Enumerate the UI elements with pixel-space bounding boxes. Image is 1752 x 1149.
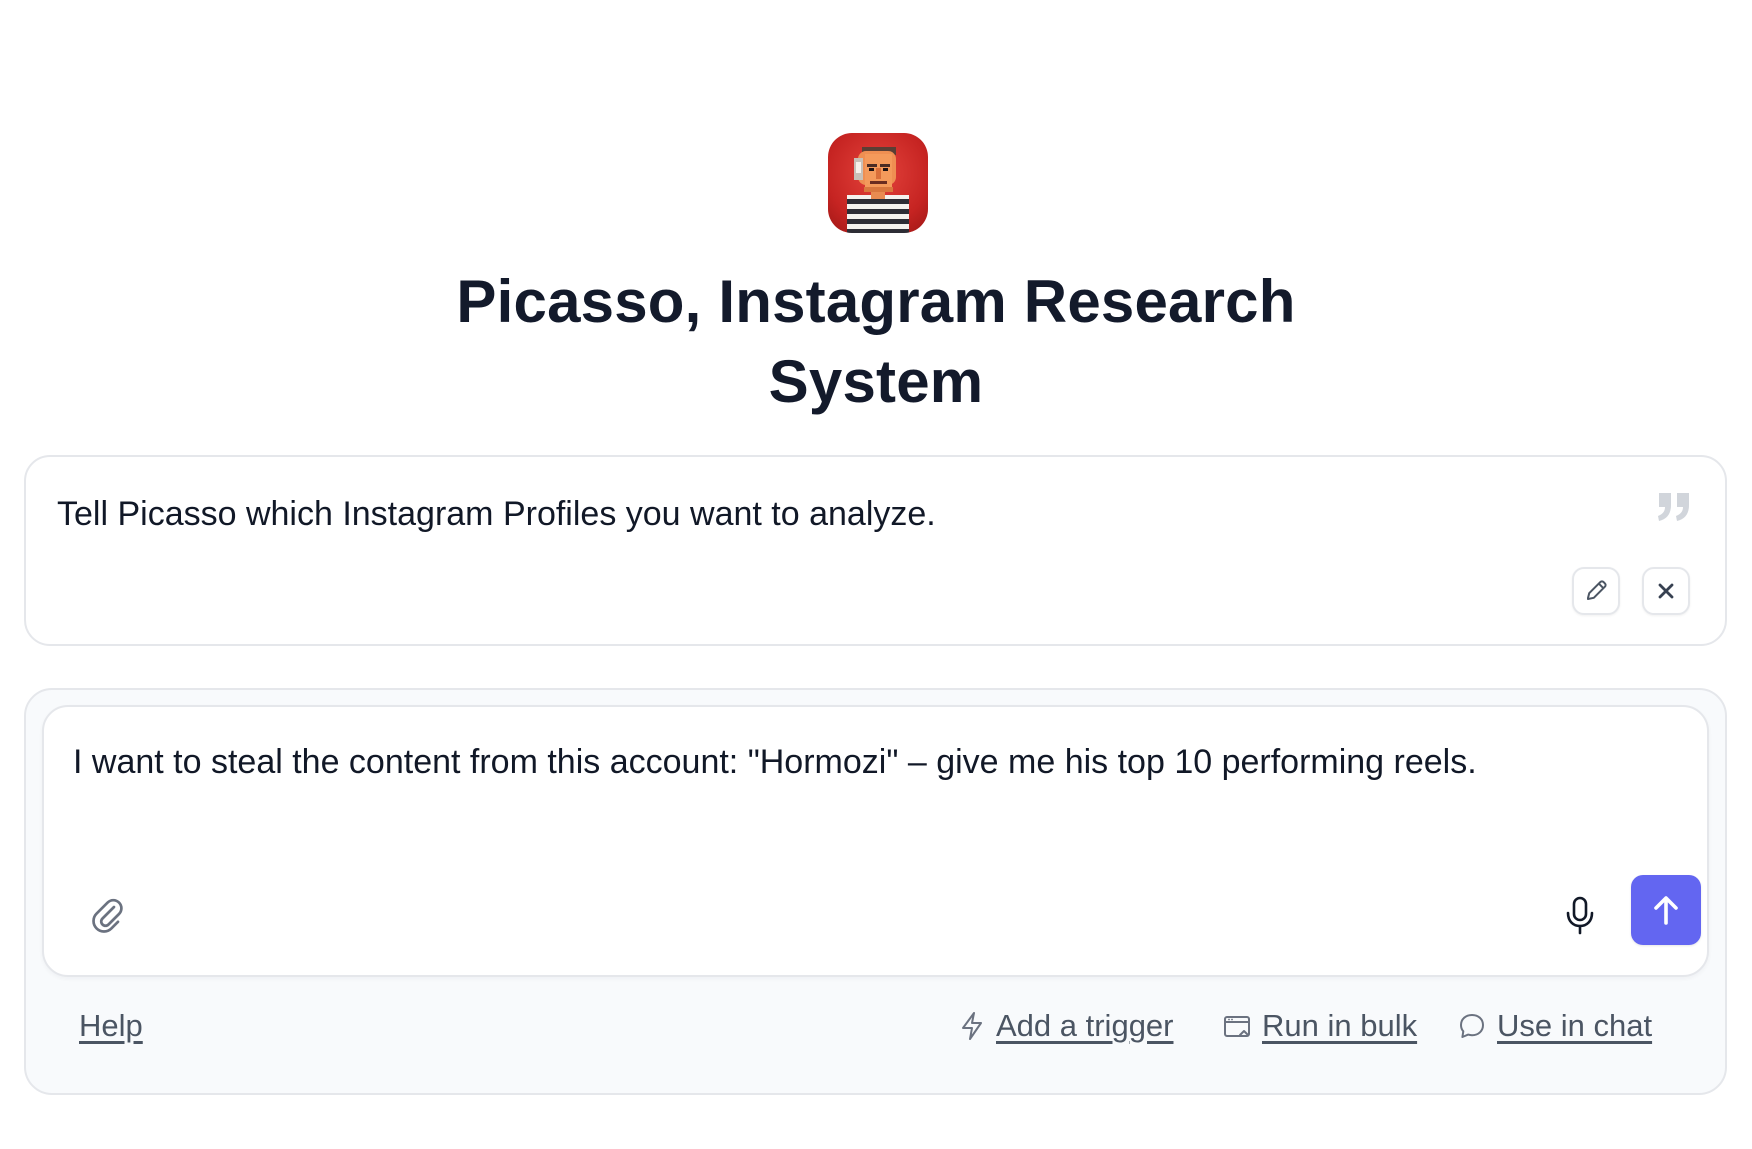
send-button[interactable] [1631, 875, 1701, 945]
run-in-bulk-label: Run in bulk [1262, 1008, 1418, 1043]
arrow-up-icon [1654, 896, 1678, 925]
agent-prompt-card: Tell Picasso which Instagram Profiles yo… [24, 455, 1727, 646]
add-trigger-link[interactable]: Add a trigger [958, 1006, 1174, 1046]
run-in-bulk-link[interactable]: Run in bulk [1222, 1006, 1417, 1046]
agent-prompt-text: Tell Picasso which Instagram Profiles yo… [57, 495, 936, 533]
attach-file-button[interactable] [88, 895, 128, 935]
pencil-icon [1587, 580, 1607, 600]
close-icon [1658, 583, 1674, 599]
message-input-value: I want to steal the content from this ac… [73, 743, 1477, 781]
use-in-chat-link[interactable]: Use in chat [1457, 1006, 1652, 1046]
browser-window-icon [1224, 1016, 1250, 1037]
edit-prompt-button[interactable] [1572, 567, 1620, 615]
quote-icon [1655, 489, 1695, 523]
paperclip-icon [92, 898, 123, 933]
clear-prompt-button[interactable] [1642, 567, 1690, 615]
agent-avatar [828, 133, 928, 233]
add-trigger-label: Add a trigger [996, 1008, 1174, 1043]
chat-bubble-icon [1460, 1014, 1484, 1038]
picasso-pixel-avatar-icon [847, 147, 909, 233]
voice-input-button[interactable] [1557, 892, 1603, 938]
microphone-icon [1566, 896, 1594, 935]
lightning-icon [962, 1012, 982, 1040]
message-input[interactable]: I want to steal the content from this ac… [42, 705, 1709, 977]
use-in-chat-label: Use in chat [1497, 1008, 1653, 1043]
help-link[interactable]: Help [79, 1006, 143, 1046]
agent-title: Picasso, Instagram Research System [456, 268, 1296, 415]
